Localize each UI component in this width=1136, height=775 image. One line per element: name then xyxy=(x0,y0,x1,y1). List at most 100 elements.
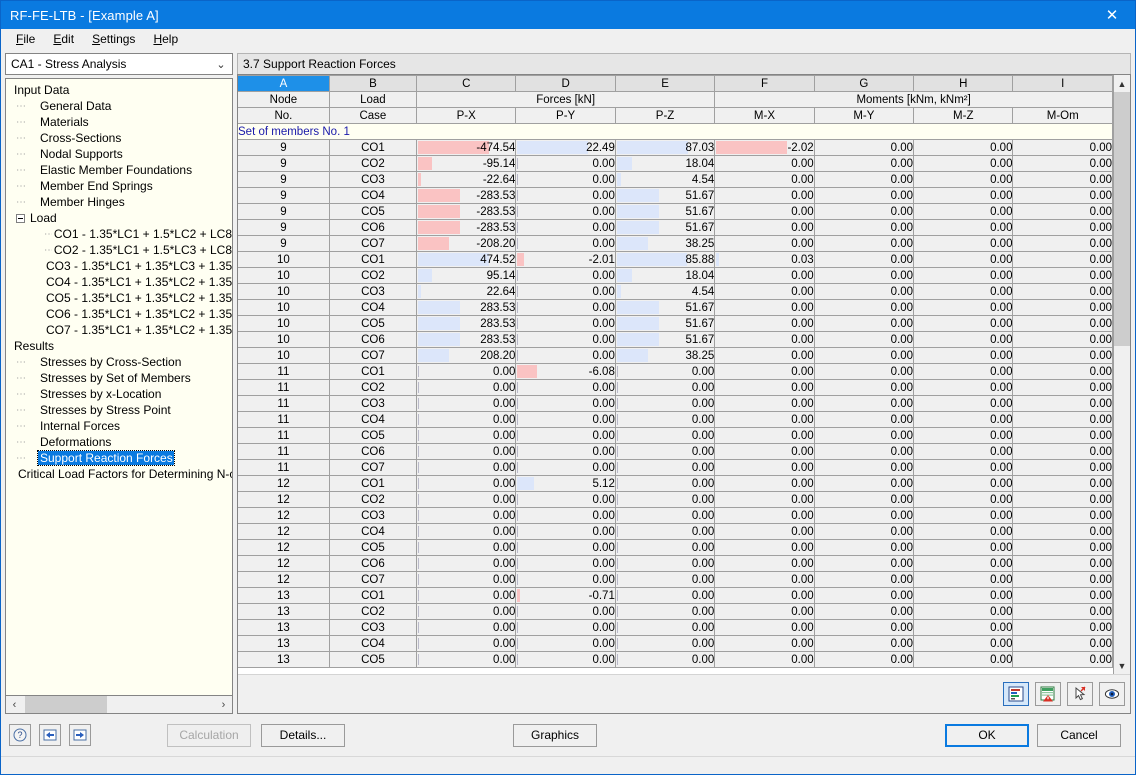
cell-my[interactable]: 0.00 xyxy=(814,251,915,268)
cell-py[interactable]: 0.00 xyxy=(515,539,616,556)
table-row[interactable]: 9 CO3 -22.64 0.00 4.54 0.00 0.00 0.00 0.00 xyxy=(238,171,1113,188)
cell-node-no[interactable]: 11 xyxy=(238,427,330,444)
cell-pz[interactable]: 0.00 xyxy=(615,555,716,572)
cell-load-case[interactable]: CO2 xyxy=(329,267,418,284)
cell-pz[interactable]: 0.00 xyxy=(615,571,716,588)
cell-mx[interactable]: 0.00 xyxy=(714,347,815,364)
cell-py[interactable]: 0.00 xyxy=(515,619,616,636)
cell-node-no[interactable]: 12 xyxy=(238,555,330,572)
cell-mz[interactable]: 0.00 xyxy=(913,507,1014,524)
cell-load-case[interactable]: CO6 xyxy=(329,443,418,460)
cell-load-case[interactable]: CO5 xyxy=(329,427,418,444)
cell-py[interactable]: -6.08 xyxy=(515,363,616,380)
cell-pz[interactable]: 0.00 xyxy=(615,523,716,540)
cell-load-case[interactable]: CO2 xyxy=(329,603,418,620)
cell-mx[interactable]: 0.03 xyxy=(714,251,815,268)
cell-node-no[interactable]: 12 xyxy=(238,523,330,540)
cell-load-case[interactable]: CO7 xyxy=(329,571,418,588)
cell-mx[interactable]: 0.00 xyxy=(714,379,815,396)
cell-my[interactable]: 0.00 xyxy=(814,331,915,348)
vscroll-thumb[interactable] xyxy=(1114,92,1130,347)
tree-collapse-icon[interactable] xyxy=(16,213,25,223)
tree-item-co3-1-35-lc1-1-35-lc3-1-35[interactable]: ⋯CO3 - 1.35*LC1 + 1.35*LC3 + 1.35* xyxy=(6,258,232,274)
cell-px[interactable]: 0.00 xyxy=(416,651,517,668)
cell-mom[interactable]: 0.00 xyxy=(1012,139,1113,156)
cell-mz[interactable]: 0.00 xyxy=(913,587,1014,604)
table-row[interactable]: 12 CO1 0.00 5.12 0.00 0.00 0.00 0.00 0.00 xyxy=(238,475,1113,492)
cell-my[interactable]: 0.00 xyxy=(814,523,915,540)
tree-item-stresses-by-cross-section[interactable]: ⋯ Stresses by Cross-Section xyxy=(6,354,232,370)
table-row[interactable]: 12 CO6 0.00 0.00 0.00 0.00 0.00 0.00 0.00 xyxy=(238,555,1113,572)
cell-pz[interactable]: 4.54 xyxy=(615,171,716,188)
cell-my[interactable]: 0.00 xyxy=(814,347,915,364)
cell-pz[interactable]: 0.00 xyxy=(615,587,716,604)
tree-item-deformations[interactable]: ⋯ Deformations xyxy=(6,434,232,450)
cell-mz[interactable]: 0.00 xyxy=(913,395,1014,412)
tree-item-co2-1-35-lc1-1-5-lc3-lc8[interactable]: ⋯CO2 - 1.35*LC1 + 1.5*LC3 + LC8 xyxy=(6,242,232,258)
cancel-button[interactable]: Cancel xyxy=(1037,723,1121,747)
cell-mx[interactable]: 0.00 xyxy=(714,427,815,444)
cell-my[interactable]: 0.00 xyxy=(814,459,915,476)
cell-px[interactable]: -283.53 xyxy=(416,219,517,236)
cell-mz[interactable]: 0.00 xyxy=(913,539,1014,556)
cell-py[interactable]: 5.12 xyxy=(515,475,616,492)
cell-py[interactable]: 0.00 xyxy=(515,203,616,220)
tree-item-member-hinges[interactable]: ⋯ Member Hinges xyxy=(6,194,232,210)
cell-mz[interactable]: 0.00 xyxy=(913,619,1014,636)
cell-mom[interactable]: 0.00 xyxy=(1012,603,1113,620)
cell-mx[interactable]: 0.00 xyxy=(714,603,815,620)
cell-node-no[interactable]: 12 xyxy=(238,475,330,492)
cell-pz[interactable]: 51.67 xyxy=(615,299,716,316)
cell-mom[interactable]: 0.00 xyxy=(1012,267,1113,284)
cell-load-case[interactable]: CO4 xyxy=(329,523,418,540)
cell-mz[interactable]: 0.00 xyxy=(913,379,1014,396)
cell-mz[interactable]: 0.00 xyxy=(913,187,1014,204)
cell-mz[interactable]: 0.00 xyxy=(913,523,1014,540)
cell-py[interactable]: 0.00 xyxy=(515,283,616,300)
scroll-left-icon[interactable]: ‹ xyxy=(6,696,23,713)
cell-node-no[interactable]: 12 xyxy=(238,571,330,588)
cell-pz[interactable]: 0.00 xyxy=(615,379,716,396)
cell-my[interactable]: 0.00 xyxy=(814,363,915,380)
column-header-f[interactable]: F xyxy=(714,75,815,92)
cell-mom[interactable]: 0.00 xyxy=(1012,651,1113,668)
cell-mx[interactable]: 0.00 xyxy=(714,635,815,652)
cell-node-no[interactable]: 9 xyxy=(238,187,330,204)
help-icon[interactable]: ? xyxy=(9,724,31,746)
cell-mz[interactable]: 0.00 xyxy=(913,427,1014,444)
cell-px[interactable]: 0.00 xyxy=(416,459,517,476)
cell-my[interactable]: 0.00 xyxy=(814,379,915,396)
cell-mx[interactable]: 0.00 xyxy=(714,587,815,604)
cell-load-case[interactable]: CO1 xyxy=(329,139,418,156)
tree-item-general-data[interactable]: ⋯ General Data xyxy=(6,98,232,114)
cell-mx[interactable]: 0.00 xyxy=(714,539,815,556)
cell-node-no[interactable]: 9 xyxy=(238,219,330,236)
cell-mom[interactable]: 0.00 xyxy=(1012,571,1113,588)
cell-mz[interactable]: 0.00 xyxy=(913,331,1014,348)
cell-pz[interactable]: 51.67 xyxy=(615,203,716,220)
cell-load-case[interactable]: CO6 xyxy=(329,555,418,572)
cell-px[interactable]: 283.53 xyxy=(416,299,517,316)
cell-px[interactable]: 0.00 xyxy=(416,379,517,396)
table-row[interactable]: 13 CO2 0.00 0.00 0.00 0.00 0.00 0.00 0.00 xyxy=(238,603,1113,620)
tree-item-results[interactable]: Results xyxy=(6,338,232,354)
cell-mz[interactable]: 0.00 xyxy=(913,491,1014,508)
tree-item-materials[interactable]: ⋯ Materials xyxy=(6,114,232,130)
cell-node-no[interactable]: 11 xyxy=(238,459,330,476)
cell-mx[interactable]: 0.00 xyxy=(714,203,815,220)
table-row[interactable]: 9 CO2 -95.14 0.00 18.04 0.00 0.00 0.00 0.00 xyxy=(238,155,1113,172)
cell-node-no[interactable]: 11 xyxy=(238,363,330,380)
cell-node-no[interactable]: 12 xyxy=(238,539,330,556)
cell-load-case[interactable]: CO4 xyxy=(329,299,418,316)
cell-my[interactable]: 0.00 xyxy=(814,443,915,460)
cell-py[interactable]: 0.00 xyxy=(515,523,616,540)
cell-load-case[interactable]: CO4 xyxy=(329,635,418,652)
cell-px[interactable]: -22.64 xyxy=(416,171,517,188)
cell-mz[interactable]: 0.00 xyxy=(913,299,1014,316)
cell-pz[interactable]: 4.54 xyxy=(615,283,716,300)
column-header-i[interactable]: I xyxy=(1012,75,1113,92)
cell-mom[interactable]: 0.00 xyxy=(1012,363,1113,380)
menu-item-help[interactable]: Help xyxy=(144,30,187,48)
cell-mx[interactable]: 0.00 xyxy=(714,395,815,412)
cell-px[interactable]: 0.00 xyxy=(416,555,517,572)
